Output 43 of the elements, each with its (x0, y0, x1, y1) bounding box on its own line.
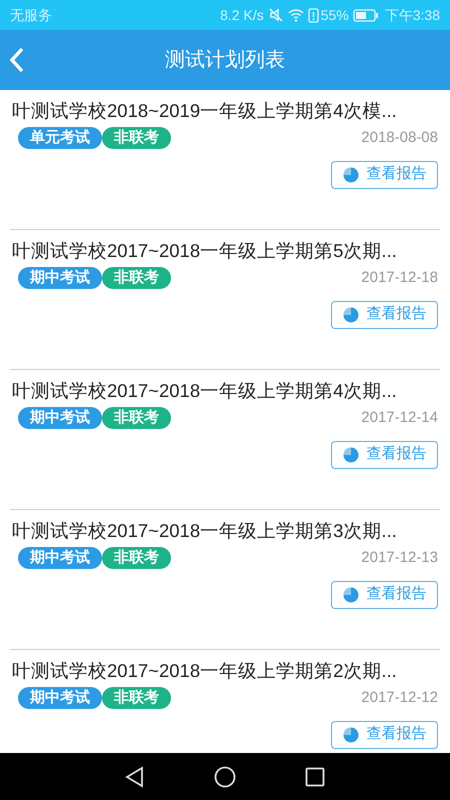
wifi-icon (288, 8, 304, 22)
exam-tag: 期中考试 (18, 267, 102, 290)
exam-tag: 期中考试 (18, 547, 102, 570)
pie-chart-icon (342, 446, 358, 462)
plan-title: 叶测试学校2017~2018一年级上学期第3次期... (11, 519, 398, 543)
pie-chart-icon (342, 586, 358, 602)
view-report-button[interactable]: 查看报告 (331, 580, 438, 608)
page-title: 测试计划列表 (165, 49, 285, 71)
carrier-text: 无服务 (10, 6, 52, 24)
sim-alert-icon (308, 8, 319, 22)
view-report-button[interactable]: 查看报告 (331, 440, 438, 468)
pie-chart-icon (342, 306, 358, 322)
plan-title: 叶测试学校2017~2018一年级上学期第2次期... (11, 659, 398, 683)
back-icon (9, 47, 25, 73)
home-nav-icon[interactable] (214, 766, 236, 788)
plan-title: 叶测试学校2018~2019一年级上学期第4次模... (11, 99, 398, 123)
exam-tag: 非联考 (102, 547, 171, 570)
pie-chart-icon (342, 166, 358, 182)
exam-tag: 期中考试 (18, 407, 102, 430)
mute-icon (268, 7, 284, 23)
exam-tag: 单元考试 (18, 127, 102, 150)
clock-text: 下午3:38 (384, 6, 440, 24)
exam-tag: 非联考 (102, 407, 171, 430)
plan-title: 叶测试学校2017~2018一年级上学期第4次期... (11, 379, 398, 403)
plan-date: 2018-08-08 (361, 128, 439, 148)
network-speed-text: 8.2 K/s (220, 6, 264, 24)
plan-date: 2017-12-13 (361, 548, 439, 568)
plan-date: 2017-12-18 (361, 268, 439, 288)
view-report-button[interactable]: 查看报告 (331, 160, 438, 188)
pie-chart-icon (342, 726, 358, 742)
battery-icon (352, 8, 379, 22)
exam-tag: 非联考 (102, 687, 171, 710)
plan-title: 叶测试学校2017~2018一年级上学期第5次期... (11, 239, 398, 263)
plan-date: 2017-12-14 (361, 408, 439, 428)
exam-tag: 非联考 (102, 127, 171, 150)
view-report-button[interactable]: 查看报告 (331, 720, 438, 748)
plan-date: 2017-12-12 (361, 688, 439, 708)
recents-nav-icon[interactable] (305, 766, 326, 786)
back-nav-icon[interactable] (124, 766, 145, 788)
exam-tag: 期中考试 (18, 687, 102, 710)
exam-tag: 非联考 (102, 267, 171, 290)
battery-percent-text: 55% (320, 6, 349, 24)
view-report-button[interactable]: 查看报告 (331, 300, 438, 328)
